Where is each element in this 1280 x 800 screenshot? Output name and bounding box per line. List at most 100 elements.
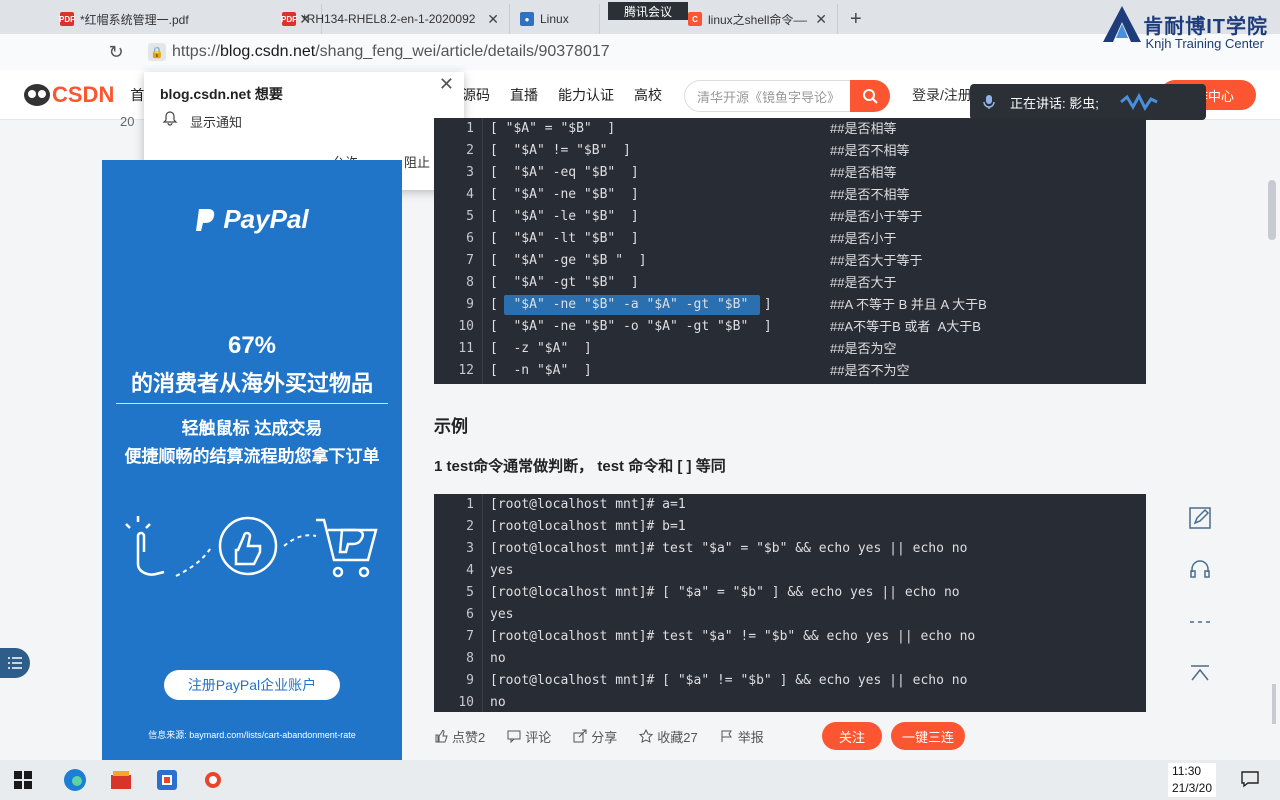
code-line: 3 [root@localhost mnt]# test "$a" = "$b" … — [434, 538, 1146, 560]
speaker-label: 正在讲话: 影虫; — [1010, 95, 1099, 111]
audio-wave-icon — [1119, 93, 1158, 111]
search-button[interactable] — [850, 80, 890, 112]
edge-browser-icon — [64, 769, 86, 791]
csdn-logo-text: CSDN — [52, 81, 115, 107]
shopping-cart-icon — [316, 518, 378, 578]
code-text[interactable]: [root@localhost mnt]# [ "$a" != "$b" ] &… — [490, 670, 967, 692]
meeting-indicator[interactable]: 腾讯会议 — [608, 2, 688, 20]
url-field[interactable]: https://blog.csdn.net/shang_feng_wei/art… — [172, 43, 610, 61]
nav-live[interactable]: 直播 — [510, 85, 538, 105]
line-number: 1 — [466, 497, 474, 512]
edit-icon[interactable] — [1186, 504, 1214, 532]
list-icon — [8, 657, 22, 669]
paypal-signup-button[interactable]: 注册PayPal企业账户 — [164, 670, 340, 700]
code-text[interactable]: [ "$A" -lt "$B" ] — [490, 228, 639, 250]
search-input[interactable]: 清华开源《镜鱼字导论》 — [684, 80, 850, 112]
section-heading-example: 示例 — [434, 417, 468, 436]
line-number: 5 — [466, 585, 474, 600]
windows-icon — [14, 771, 32, 789]
code-text[interactable]: [root@localhost mnt]# a=1 — [490, 494, 686, 516]
code-line: 1 [ "$A" = "$B" ] ##是否相等 — [434, 118, 1146, 140]
system-clock[interactable]: 11:30 21/3/20 — [1167, 763, 1216, 797]
code-text[interactable]: [root@localhost mnt]# [ "$a" = "$b" ] &&… — [490, 582, 960, 604]
report-label: 举报 — [737, 729, 764, 745]
code-text[interactable]: [root@localhost mnt]# b=1 — [490, 516, 686, 538]
code-text[interactable]: [ "$A" -ge "$B " ] — [490, 250, 647, 272]
close-icon[interactable]: ✕ — [479, 11, 499, 28]
code-text[interactable]: [ "$A" -ne "$B" -a "$A" -gt "$B" ] — [490, 294, 772, 316]
lock-icon[interactable]: 🔒 — [148, 43, 166, 61]
tab-csdn-active[interactable]: C linux之shell命令——条件判断 ✕ — [678, 4, 838, 34]
meeting-speaking-overlay[interactable]: 正在讲话: 影虫; — [970, 84, 1206, 120]
new-tab-button[interactable]: + — [838, 4, 874, 34]
headset-icon[interactable] — [1186, 556, 1214, 584]
line-number: 3 — [466, 165, 474, 180]
like-button[interactable]: 点赞2 — [434, 727, 485, 746]
login-link[interactable]: 登录/注册 — [912, 85, 972, 105]
line-number: 2 — [466, 143, 474, 158]
code-text[interactable]: no — [490, 648, 506, 670]
bell-icon — [162, 111, 178, 126]
code-line: 7 [root@localhost mnt]# test "$a" != "$b"… — [434, 626, 1146, 648]
code-line: 10 [ "$A" -ne "$B" -o "$A" -gt "$B" ] ##A不… — [434, 316, 1146, 338]
code-line: 2 [root@localhost mnt]# b=1 — [434, 516, 1146, 538]
code-line: 1 [root@localhost mnt]# a=1 — [434, 494, 1146, 516]
code-text[interactable]: [ "$A" = "$B" ] — [490, 118, 615, 140]
tab-linux[interactable]: ● Linux — [510, 4, 600, 34]
code-text[interactable]: [ "$A" -gt "$B" ] — [490, 272, 639, 294]
taskbar-snail-app[interactable] — [190, 760, 236, 800]
menu-toggle-button[interactable] — [0, 648, 30, 678]
meeting-tab-label: 腾讯会议 — [623, 4, 672, 19]
clock-time: 11:30 — [1171, 764, 1202, 778]
paypal-logo: PayPal — [102, 204, 402, 235]
code-comment: ##是否小于等于 — [830, 209, 923, 224]
code-text[interactable]: [ "$A" -ne "$B" ] — [490, 184, 639, 206]
store-icon — [111, 771, 131, 789]
share-button[interactable]: 分享 — [573, 727, 617, 746]
code-text[interactable]: [root@localhost mnt]# test "$a" != "$b" … — [490, 626, 975, 648]
code-text[interactable]: yes — [490, 560, 513, 582]
code-line: 8 [ "$A" -gt "$B" ] ##是否大于 — [434, 272, 1146, 294]
code-text[interactable]: [ "$A" -le "$B" ] — [490, 206, 639, 228]
block-button[interactable]: 阻止 — [404, 152, 430, 171]
more-icon[interactable] — [1186, 608, 1214, 636]
code-text[interactable]: no — [490, 692, 506, 712]
close-icon[interactable]: ✕ — [439, 74, 454, 95]
report-button[interactable]: 举报 — [720, 727, 764, 746]
triple-action-button[interactable]: 一键三连 — [891, 722, 965, 750]
code-text[interactable]: [ "$A" -eq "$B" ] — [490, 162, 639, 184]
scrollbar-thumb[interactable] — [1268, 180, 1276, 240]
line-number: 9 — [466, 297, 474, 312]
brand-subtitle: Knjh Training Center — [1145, 36, 1264, 51]
code-text[interactable]: yes — [490, 604, 513, 626]
os-taskbar: 11:30 21/3/20 — [0, 760, 1280, 800]
code-line: 6 [ "$A" -lt "$B" ] ##是否小于 — [434, 228, 1146, 250]
code-comment: ##是否大于 — [830, 275, 897, 290]
nav-source[interactable]: 源码 — [462, 85, 490, 105]
paypal-ad[interactable]: PayPal 67% 的消费者从海外买过物品 轻触鼠标 达成交易 便捷顺畅的结算… — [102, 160, 402, 760]
notification-center-icon[interactable] — [1240, 770, 1260, 788]
scrollbar-track-segment[interactable] — [1272, 684, 1276, 724]
csdn-logo[interactable]: CSDN — [24, 82, 114, 108]
code-text[interactable]: [root@localhost mnt]# test "$a" = "$b" &… — [490, 538, 967, 560]
close-icon[interactable]: ✕ — [807, 11, 827, 28]
logo-mark-icon — [1103, 6, 1142, 42]
taskbar-meeting-app[interactable] — [144, 760, 190, 800]
comment-button[interactable]: 评论 — [507, 727, 551, 746]
code-comment: ##A 不等于 B 并且 A 大于B — [830, 297, 987, 312]
follow-button[interactable]: 关注 — [822, 722, 882, 750]
code-text[interactable]: [ -z "$A" ] — [490, 338, 592, 360]
reload-icon[interactable]: ↻ — [104, 42, 128, 63]
code-text[interactable]: [ "$A" != "$B" ] — [490, 140, 631, 162]
collect-button[interactable]: 收藏27 — [639, 727, 698, 746]
nav-university[interactable]: 高校 — [634, 85, 662, 105]
back-to-top-icon[interactable] — [1186, 660, 1214, 688]
taskbar-store[interactable] — [98, 760, 144, 800]
nav-certification[interactable]: 能力认证 — [558, 85, 614, 105]
taskbar-edge[interactable] — [52, 760, 98, 800]
code-text[interactable]: [ -n "$A" ] — [490, 360, 592, 382]
start-button[interactable] — [0, 760, 46, 800]
tab-pdf-2[interactable]: PDF *RH134-RHEL8.2-en-1-2020092 ✕ — [272, 4, 510, 34]
brand-name: 肯耐博IT学院 — [1143, 15, 1268, 38]
code-text[interactable]: [ "$A" -ne "$B" -o "$A" -gt "$B" ] — [490, 316, 772, 338]
